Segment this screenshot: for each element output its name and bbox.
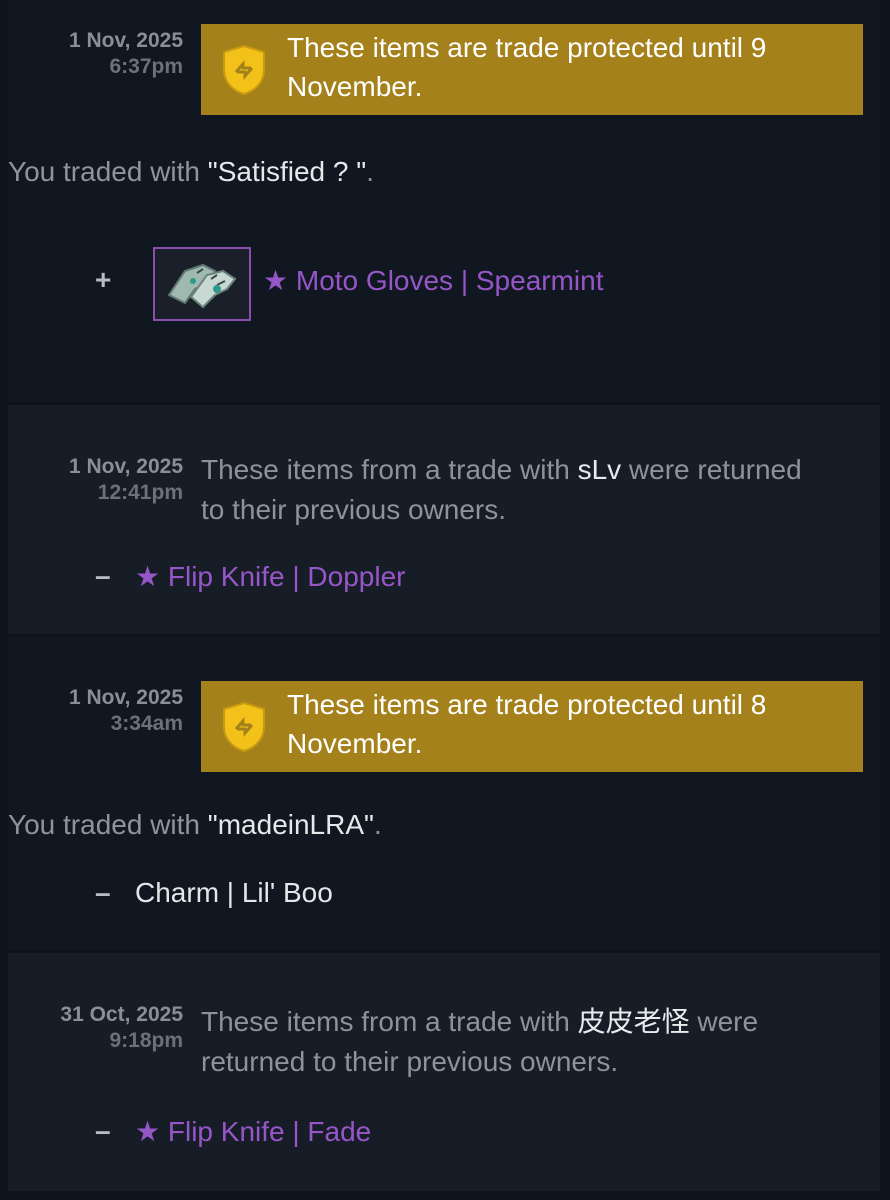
entry-time: 12:41pm	[97, 481, 183, 504]
trade-partner-name[interactable]: sLv	[578, 454, 622, 485]
trade-history-entry: 1 Nov, 2025 6:37pm These items are trade…	[8, 0, 880, 402]
item-name-link[interactable]: ★ Flip Knife | Doppler	[135, 560, 405, 593]
traded-with-line: You traded with "madeinLRA".	[8, 809, 382, 841]
entry-time: 9:18pm	[109, 1029, 183, 1052]
item-name-link[interactable]: ★ Flip Knife | Fade	[135, 1115, 371, 1148]
item-removed-symbol: –	[95, 1115, 111, 1146]
entry-date-text: 1 Nov, 2025	[68, 29, 183, 52]
trade-protected-shield-icon	[223, 44, 265, 95]
trade-history-entry: 31 Oct, 2025 9:18pm These items from a t…	[8, 953, 880, 1191]
message-prefix: These items from a trade with	[201, 454, 578, 485]
item-name-link[interactable]: ★ Moto Gloves | Spearmint	[263, 264, 604, 297]
entry-time: 3:34am	[110, 712, 183, 735]
item-removed-symbol: –	[95, 560, 111, 591]
item-thumbnail[interactable]	[153, 247, 251, 321]
traded-prefix: You traded with	[8, 156, 208, 187]
trade-protected-shield-icon	[223, 701, 265, 752]
trade-history-entry: 1 Nov, 2025 3:34am These items are trade…	[8, 637, 880, 950]
traded-suffix: .	[373, 809, 382, 840]
banner-text: These items are trade protected until 8 …	[287, 689, 767, 759]
entry-date: 1 Nov, 2025 3:34am	[8, 685, 183, 737]
trade-protected-banner: These items are trade protected until 8 …	[201, 681, 863, 772]
entry-date-text: 1 Nov, 2025	[68, 686, 183, 709]
entry-date: 31 Oct, 2025 9:18pm	[8, 1002, 183, 1054]
trade-partner-name[interactable]: "madeinLRA"	[208, 809, 374, 840]
trade-reversed-message: These items from a trade with 皮皮老怪 were …	[201, 1002, 821, 1082]
banner-text: These items are trade protected until 9 …	[287, 32, 767, 102]
item-removed-symbol: –	[95, 877, 111, 908]
entry-date-text: 1 Nov, 2025	[68, 455, 183, 478]
entry-date-text: 31 Oct, 2025	[60, 1003, 183, 1026]
gloves-icon	[167, 263, 237, 309]
entry-time: 6:37pm	[109, 55, 183, 78]
item-added-symbol: +	[95, 264, 112, 295]
entry-date: 1 Nov, 2025 12:41pm	[8, 454, 183, 506]
traded-suffix: .	[366, 156, 374, 187]
traded-prefix: You traded with	[8, 809, 208, 840]
trade-partner-name[interactable]: "Satisfied ? "	[208, 156, 366, 187]
trade-history-entry: 1 Nov, 2025 12:41pm These items from a t…	[8, 405, 880, 634]
entry-date: 1 Nov, 2025 6:37pm	[8, 28, 183, 80]
message-prefix: These items from a trade with	[201, 1006, 578, 1037]
trade-reversed-message: These items from a trade with sLv were r…	[201, 450, 821, 530]
traded-with-line: You traded with "Satisfied ? ".	[8, 156, 374, 188]
trade-partner-name[interactable]: 皮皮老怪	[578, 1006, 690, 1037]
item-name-link[interactable]: Charm | Lil' Boo	[135, 877, 333, 909]
trade-protected-banner: These items are trade protected until 9 …	[201, 24, 863, 115]
